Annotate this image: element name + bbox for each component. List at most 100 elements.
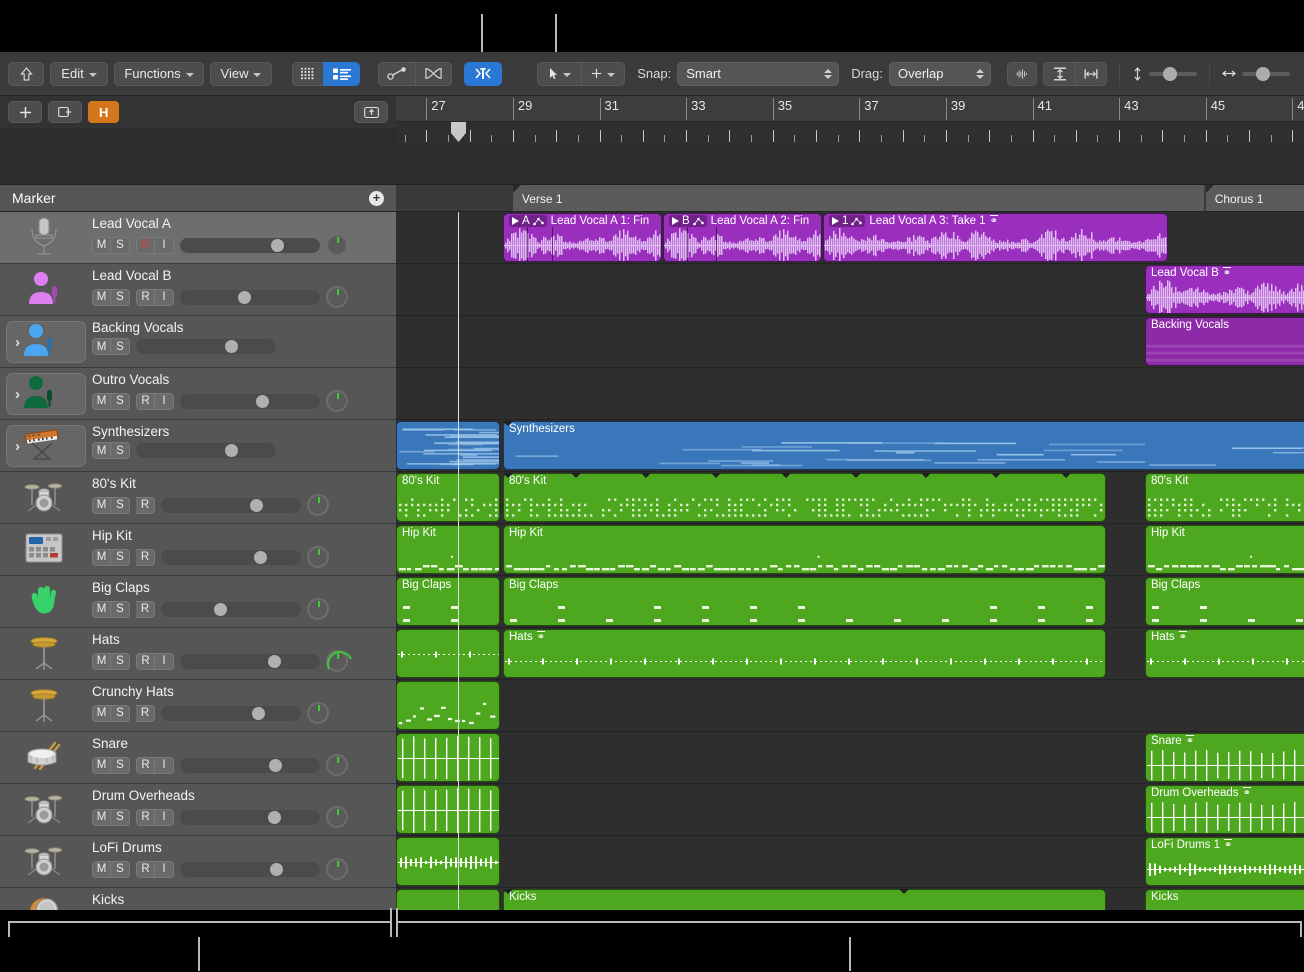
- solo-button[interactable]: S: [111, 757, 130, 774]
- region[interactable]: 80's Kit: [1145, 473, 1304, 522]
- solo-button[interactable]: S: [111, 809, 130, 826]
- smart-tempo-icon[interactable]: [464, 62, 502, 86]
- solo-button[interactable]: S: [111, 237, 130, 254]
- show-library-icon[interactable]: [354, 101, 388, 123]
- list-view-icon[interactable]: [323, 62, 360, 86]
- mute-button[interactable]: M: [92, 497, 111, 514]
- volume-slider[interactable]: [180, 862, 320, 877]
- track-name[interactable]: Hats: [92, 632, 396, 647]
- solo-button[interactable]: S: [111, 289, 130, 306]
- mute-solo-buttons[interactable]: MS: [92, 705, 130, 722]
- mute-button[interactable]: M: [92, 757, 111, 774]
- duplicate-track-icon[interactable]: [48, 101, 82, 123]
- track-header[interactable]: HatsMSRI: [0, 628, 396, 680]
- region[interactable]: [396, 733, 500, 782]
- track-name[interactable]: Kicks: [92, 892, 396, 907]
- region[interactable]: Hip Kit: [1145, 525, 1304, 574]
- marker-lane[interactable]: Verse 1Chorus 1: [396, 184, 1304, 212]
- track-header[interactable]: Drum OverheadsMSRI: [0, 784, 396, 836]
- track-header[interactable]: SnareMSRI: [0, 732, 396, 784]
- volume-slider[interactable]: [161, 602, 301, 617]
- plus-icon[interactable]: [8, 101, 42, 123]
- hide-tracks-badge[interactable]: H: [88, 101, 119, 123]
- region[interactable]: [396, 837, 500, 886]
- track-header[interactable]: ›Backing VocalsMS: [0, 316, 396, 368]
- mute-solo-buttons[interactable]: MS: [92, 442, 130, 459]
- region[interactable]: [396, 889, 500, 910]
- record-input-buttons[interactable]: RI: [136, 237, 174, 254]
- track-name[interactable]: Lead Vocal B: [92, 268, 396, 283]
- track-name[interactable]: Hip Kit: [92, 528, 396, 543]
- track-lane[interactable]: [396, 368, 1304, 420]
- volume-slider[interactable]: [180, 654, 320, 669]
- pointer-tool-icon[interactable]: [537, 62, 581, 86]
- region[interactable]: Drum Overheads⚭: [1145, 785, 1304, 834]
- volume-slider[interactable]: [180, 290, 320, 305]
- track-lane[interactable]: [396, 680, 1304, 732]
- record-enable-button[interactable]: R: [136, 601, 155, 618]
- pan-knob[interactable]: [307, 598, 329, 620]
- mute-button[interactable]: M: [92, 442, 111, 459]
- track-name[interactable]: Crunchy Hats: [92, 684, 396, 699]
- mute-button[interactable]: M: [92, 393, 111, 410]
- mute-button[interactable]: M: [92, 809, 111, 826]
- take-folder-badge[interactable]: A: [509, 215, 547, 227]
- track-icon-slot[interactable]: [0, 836, 88, 888]
- pan-knob[interactable]: [326, 754, 348, 776]
- mute-solo-buttons[interactable]: MS: [92, 393, 130, 410]
- input-monitor-button[interactable]: I: [155, 861, 174, 878]
- pan-knob[interactable]: [307, 702, 329, 724]
- record-enable-button[interactable]: R: [136, 861, 155, 878]
- track-name[interactable]: 80's Kit: [92, 476, 396, 491]
- input-monitor-button[interactable]: I: [155, 809, 174, 826]
- pan-knob[interactable]: [326, 286, 348, 308]
- playhead[interactable]: [458, 212, 459, 910]
- region[interactable]: Hats⚭: [503, 629, 1106, 678]
- volume-slider[interactable]: [180, 758, 320, 773]
- region[interactable]: 80's Kit: [503, 473, 1106, 522]
- mute-button[interactable]: M: [92, 705, 111, 722]
- volume-slider[interactable]: [180, 394, 320, 409]
- region[interactable]: Hip Kit: [503, 525, 1106, 574]
- track-group-stack[interactable]: ›: [6, 425, 86, 467]
- mute-solo-buttons[interactable]: MS: [92, 653, 130, 670]
- region[interactable]: Big Claps: [1145, 577, 1304, 626]
- track-header[interactable]: ›Outro VocalsMSRI: [0, 368, 396, 420]
- pan-knob[interactable]: [326, 858, 348, 880]
- marker[interactable]: Chorus 1: [1206, 185, 1304, 212]
- mute-button[interactable]: M: [92, 549, 111, 566]
- solo-button[interactable]: S: [111, 497, 130, 514]
- mute-button[interactable]: M: [92, 338, 111, 355]
- volume-slider[interactable]: [161, 498, 301, 513]
- pan-knob[interactable]: [326, 806, 348, 828]
- volume-slider[interactable]: [161, 550, 301, 565]
- region[interactable]: Big Claps: [396, 577, 500, 626]
- record-enable-button[interactable]: R: [136, 237, 155, 254]
- region[interactable]: Hats⚭: [1145, 629, 1304, 678]
- track-name[interactable]: Backing Vocals: [92, 320, 396, 335]
- chevron-right-icon[interactable]: ›: [15, 334, 20, 351]
- record-enable-button[interactable]: R: [136, 705, 155, 722]
- volume-slider[interactable]: [180, 238, 320, 253]
- solo-button[interactable]: S: [111, 653, 130, 670]
- track-icon-slot[interactable]: [0, 732, 88, 784]
- mute-solo-buttons[interactable]: MS: [92, 809, 130, 826]
- region[interactable]: 1Lead Vocal A 3: Take 1⚭: [823, 213, 1168, 262]
- record-enable-button[interactable]: R: [136, 809, 155, 826]
- input-monitor-button[interactable]: I: [155, 757, 174, 774]
- record-input-buttons[interactable]: R: [136, 549, 155, 566]
- snap-dropdown[interactable]: Smart: [677, 62, 839, 86]
- track-icon-slot[interactable]: [0, 524, 88, 576]
- record-input-buttons[interactable]: RI: [136, 757, 174, 774]
- record-enable-button[interactable]: R: [136, 289, 155, 306]
- region[interactable]: 80's Kit: [396, 473, 500, 522]
- mute-solo-buttons[interactable]: MS: [92, 549, 130, 566]
- arrow-up-icon[interactable]: [8, 62, 44, 86]
- track-name[interactable]: Big Claps: [92, 580, 396, 595]
- record-enable-button[interactable]: R: [136, 757, 155, 774]
- waveform-icon[interactable]: [1007, 62, 1037, 86]
- track-icon-slot[interactable]: [0, 264, 88, 316]
- mute-solo-buttons[interactable]: MS: [92, 497, 130, 514]
- mute-solo-buttons[interactable]: MS: [92, 601, 130, 618]
- region[interactable]: [396, 785, 500, 834]
